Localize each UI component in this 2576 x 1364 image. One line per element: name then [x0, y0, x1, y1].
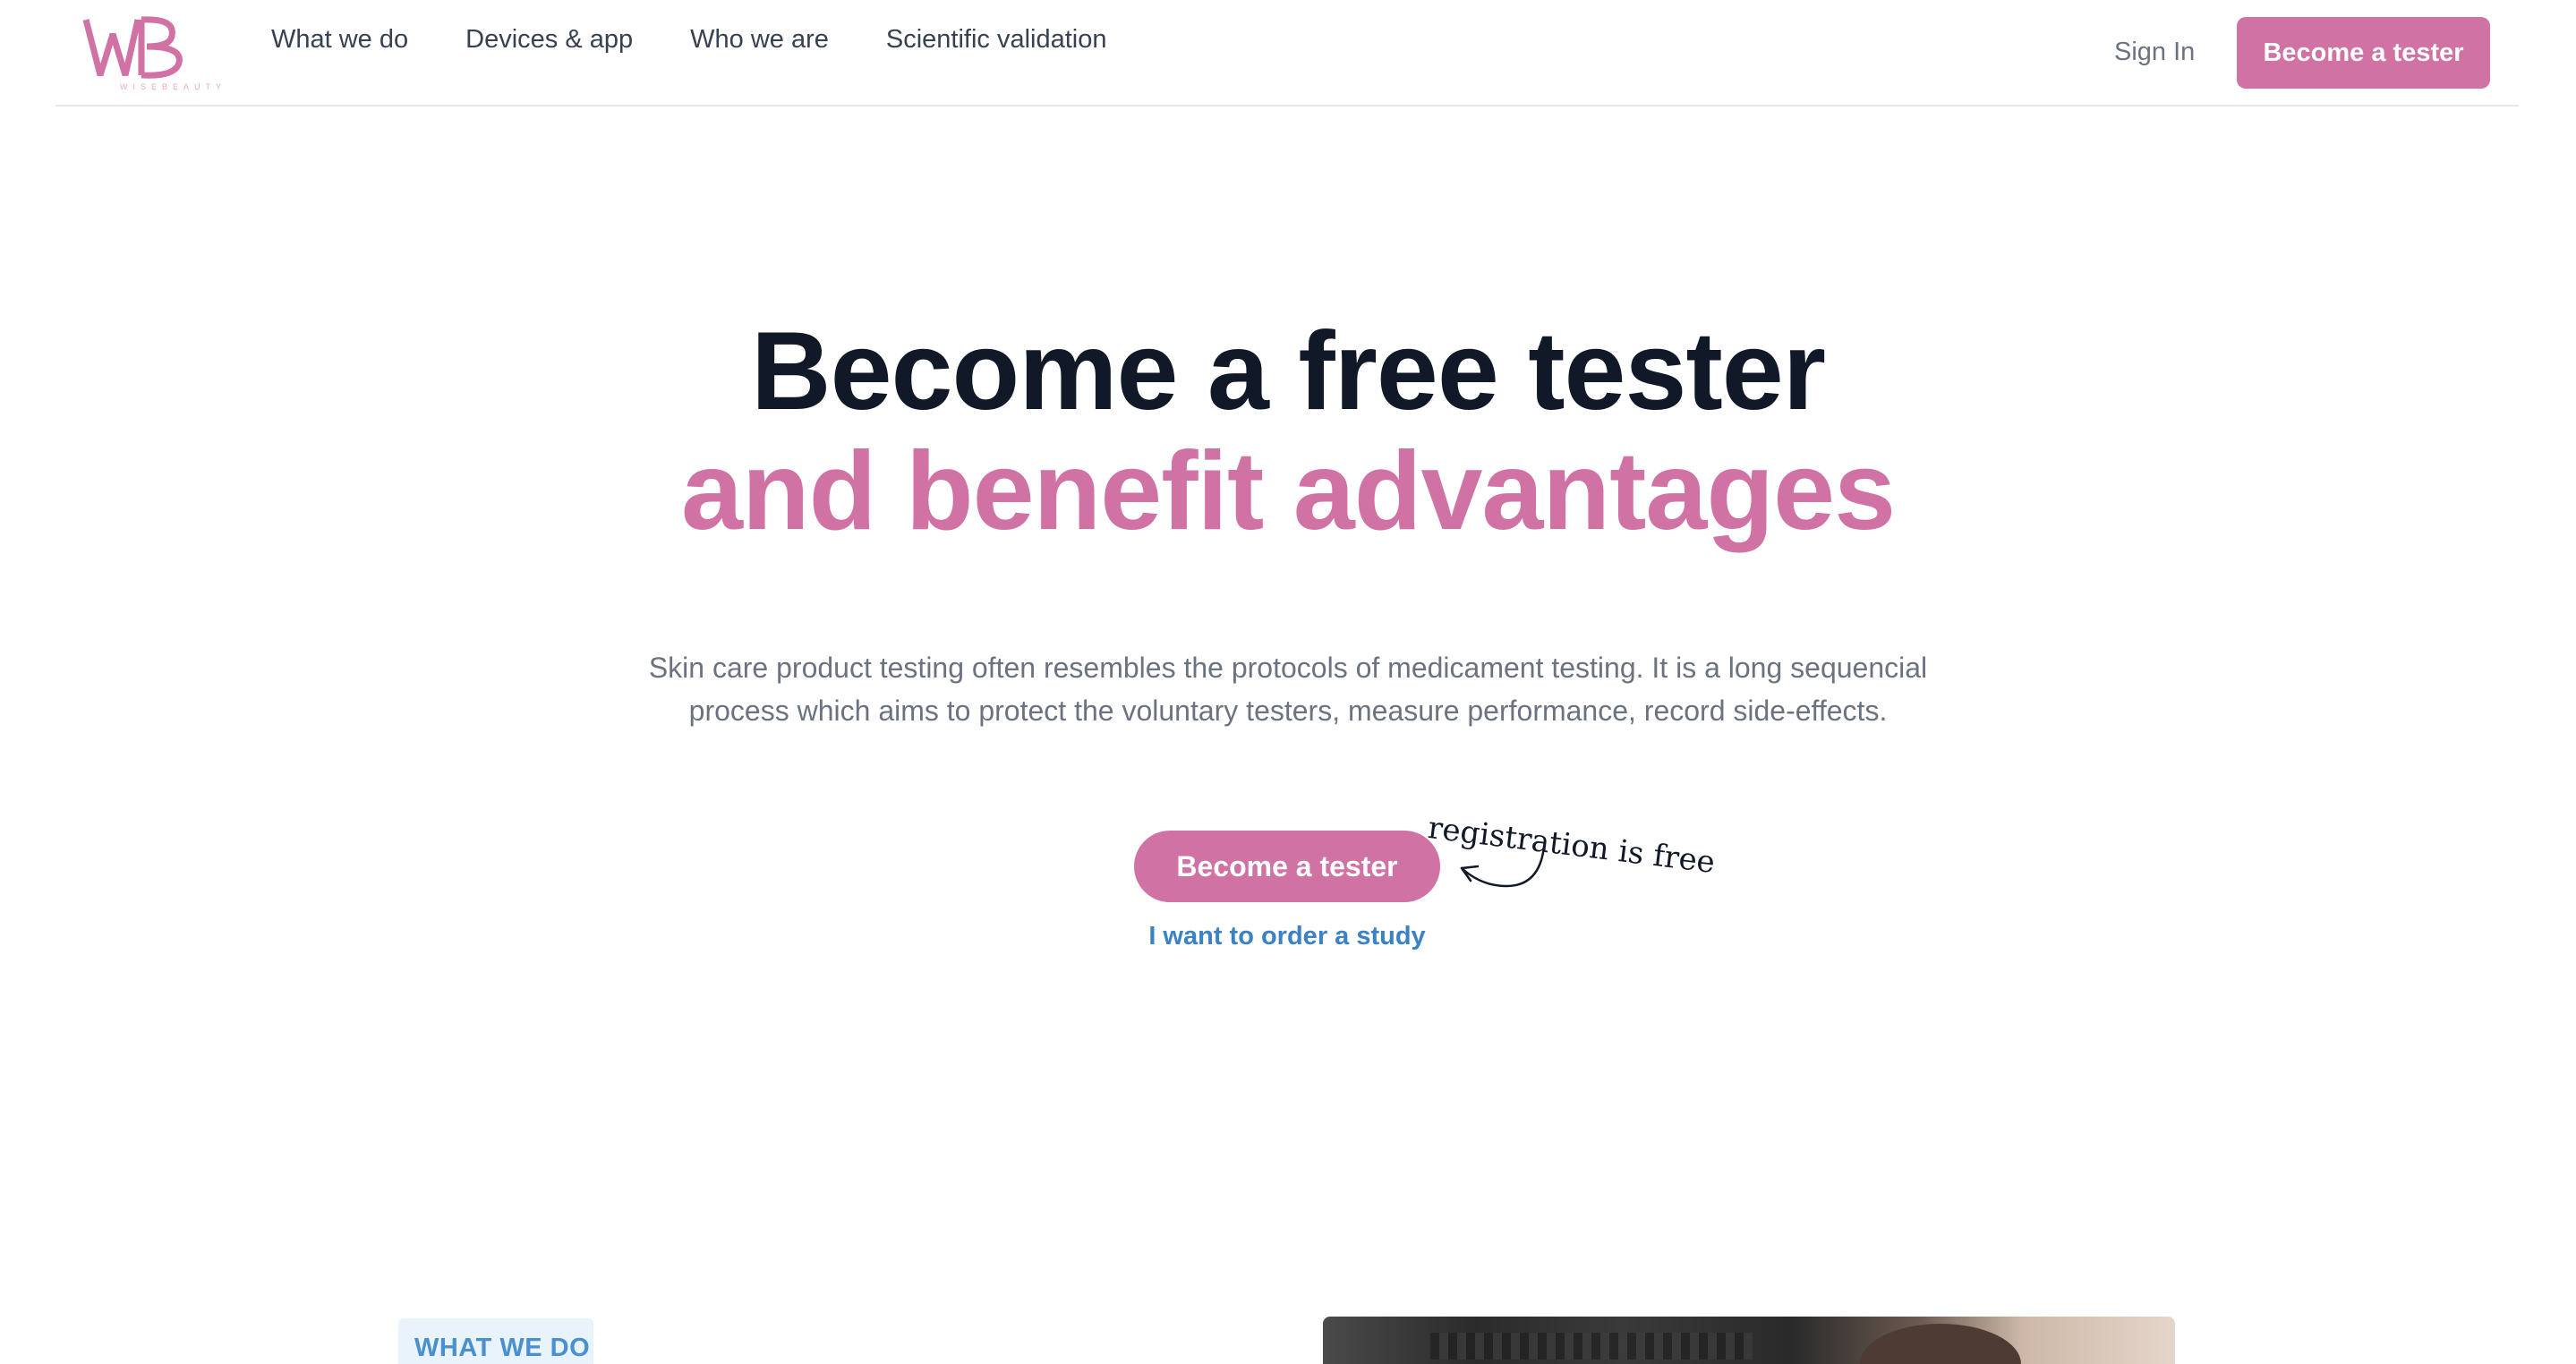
wb-monogram-logo-icon — [82, 16, 183, 79]
header-become-tester-button[interactable]: Become a tester — [2237, 17, 2490, 89]
nav-item-scientific-validation[interactable]: Scientific validation — [886, 25, 1107, 55]
main-nav: What we do Devices & app Who we are Scie… — [271, 25, 1107, 55]
photo-subject-detail — [1860, 1324, 2021, 1364]
logo[interactable]: WISEBEAUTY — [82, 13, 221, 91]
photo-background-detail — [1430, 1333, 1753, 1360]
site-header: WISEBEAUTY What we do Devices & app Who … — [55, 0, 2519, 107]
hero-description: Skin care product testing often resemble… — [648, 652, 1928, 727]
hero-title-line1: Become a free tester — [751, 310, 1826, 433]
hero-become-tester-button[interactable]: Become a tester — [1134, 831, 1440, 902]
page: WISEBEAUTY What we do Devices & app Who … — [0, 0, 2576, 1364]
hero-title: Become a free tester and benefit advanta… — [0, 311, 2576, 551]
nav-item-who-we-are[interactable]: Who we are — [690, 25, 829, 55]
section-photo — [1323, 1317, 2175, 1364]
sign-in-link[interactable]: Sign In — [2114, 38, 2195, 67]
order-study-link[interactable]: I want to order a study — [1134, 922, 1440, 951]
nav-item-devices-app[interactable]: Devices & app — [465, 25, 633, 55]
what-we-do-badge: WHAT WE DO — [398, 1318, 593, 1364]
hero-title-line2: and benefit advantages — [680, 430, 1896, 553]
curved-arrow-icon — [1460, 845, 1546, 888]
logo-subtext: WISEBEAUTY — [120, 82, 227, 91]
nav-item-what-we-do[interactable]: What we do — [271, 25, 408, 55]
